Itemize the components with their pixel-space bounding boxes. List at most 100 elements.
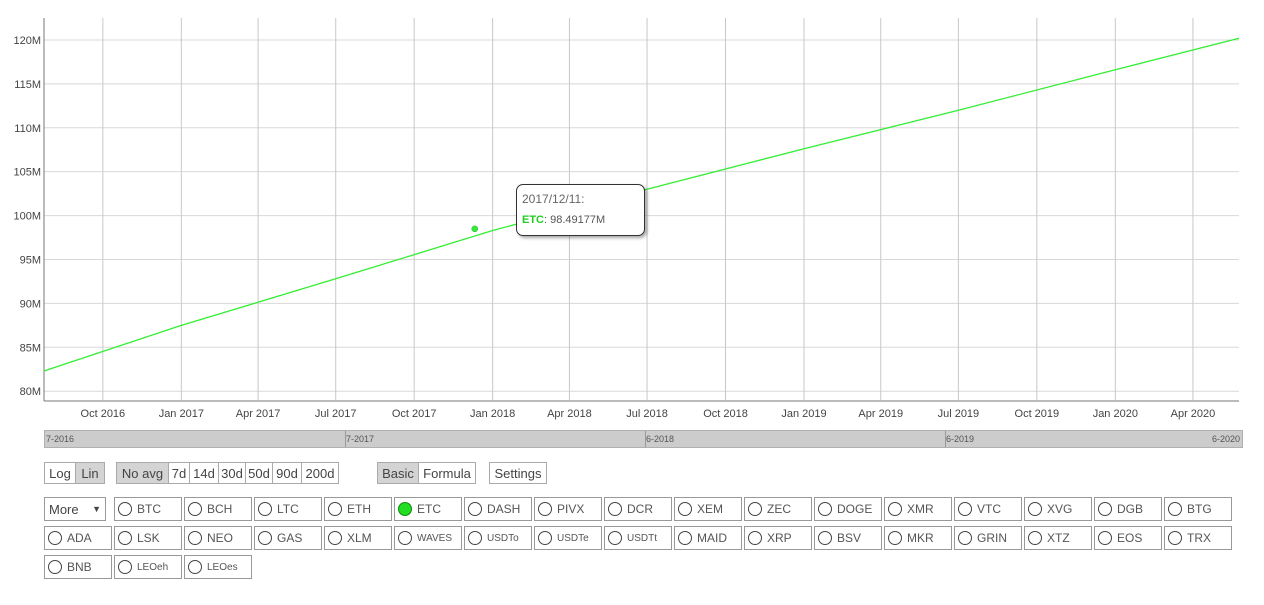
coin-label: XLM (347, 531, 372, 545)
radio-icon (258, 502, 272, 516)
toggle-90d-button[interactable]: 90d (272, 462, 302, 484)
navigator-label: 6-2018 (646, 434, 675, 444)
coin-button-xtz[interactable]: XTZ (1024, 526, 1092, 550)
coin-button-dash[interactable]: DASH (464, 497, 532, 521)
coin-button-xlm[interactable]: XLM (324, 526, 392, 550)
radio-icon (958, 502, 972, 516)
coin-button-dcr[interactable]: DCR (604, 497, 672, 521)
x-tick-label: Apr 2017 (236, 408, 281, 420)
toggle-formula-button[interactable]: Formula (418, 462, 476, 484)
radio-icon (608, 531, 622, 545)
coin-button-doge[interactable]: DOGE (814, 497, 882, 521)
more-select[interactable]: More ▼ (44, 497, 106, 521)
coin-label: XEM (697, 502, 724, 516)
x-tick-label: Jan 2018 (470, 408, 515, 420)
x-tick-label: Jul 2017 (315, 408, 357, 420)
coin-button-grin[interactable]: GRIN (954, 526, 1022, 550)
coin-button-waves[interactable]: WAVES (394, 526, 462, 550)
coin-button-etc[interactable]: ETC (394, 497, 462, 521)
coin-button-xem[interactable]: XEM (674, 497, 742, 521)
coin-button-bsv[interactable]: BSV (814, 526, 882, 550)
coin-button-trx[interactable]: TRX (1164, 526, 1232, 550)
toggle-200d-button[interactable]: 200d (301, 462, 339, 484)
coin-row-2: ADA LSK NEO GAS XLM WAVES USDTo USDTe USDTt MAID X… (44, 526, 1234, 550)
coin-button-pivx[interactable]: PIVX (534, 497, 602, 521)
chart-tooltip: 2017/12/11: ETC: 98.49177M (516, 184, 645, 236)
coin-button-mkr[interactable]: MKR (884, 526, 952, 550)
range-navigator[interactable]: 7-2016 7-2017 6-2018 6-2019 6-2020 (44, 430, 1243, 448)
coin-label: LSK (137, 531, 160, 545)
coin-label: EOS (1117, 531, 1143, 545)
coin-button-usdto[interactable]: USDTo (464, 526, 532, 550)
toggle-no-avg-button[interactable]: No avg (116, 462, 169, 484)
coin-label: BTC (137, 502, 161, 516)
x-tick-label: Jan 2019 (781, 408, 826, 420)
toggle-basic-button[interactable]: Basic (377, 462, 419, 484)
x-tick-label: Jan 2017 (159, 408, 204, 420)
coin-label: MAID (697, 531, 727, 545)
radio-icon (188, 560, 202, 574)
radio-icon (468, 502, 482, 516)
toggle-14d-button[interactable]: 14d (189, 462, 219, 484)
coin-button-eth[interactable]: ETH (324, 497, 392, 521)
coin-label: XRP (767, 531, 792, 545)
radio-icon (818, 502, 832, 516)
coin-label: DASH (487, 502, 521, 516)
settings-button[interactable]: Settings (489, 462, 547, 484)
coin-button-xvg[interactable]: XVG (1024, 497, 1092, 521)
radio-icon (1028, 502, 1042, 516)
toggle-30d-button[interactable]: 30d (218, 462, 246, 484)
y-tick-label: 105M (13, 167, 41, 179)
toggle-7d-button[interactable]: 7d (168, 462, 190, 484)
coin-button-dgb[interactable]: DGB (1094, 497, 1162, 521)
coin-label: MKR (907, 531, 934, 545)
coin-button-leoeh[interactable]: LEOeh (114, 555, 182, 579)
tooltip-date: 2017/12/11: (522, 192, 585, 206)
coin-button-lsk[interactable]: LSK (114, 526, 182, 550)
coin-button-maid[interactable]: MAID (674, 526, 742, 550)
coin-label: ADA (67, 531, 92, 545)
radio-icon (538, 531, 552, 545)
radio-icon (1098, 502, 1112, 516)
coin-button-gas[interactable]: GAS (254, 526, 322, 550)
y-tick-label: 110M (14, 123, 41, 135)
radio-icon (1098, 531, 1112, 545)
coin-button-zec[interactable]: ZEC (744, 497, 812, 521)
toggle-log-button[interactable]: Log (44, 462, 76, 484)
coin-label: BCH (207, 502, 233, 516)
coin-label: ETC (417, 502, 441, 516)
coin-button-xmr[interactable]: XMR (884, 497, 952, 521)
coin-button-ada[interactable]: ADA (44, 526, 112, 550)
toggle-50d-button[interactable]: 50d (245, 462, 273, 484)
toggle-lin-button[interactable]: Lin (75, 462, 105, 484)
radio-icon (118, 531, 132, 545)
coin-button-ltc[interactable]: LTC (254, 497, 322, 521)
coin-button-usdtt[interactable]: USDTt (604, 526, 672, 550)
x-tick-label: Jul 2019 (938, 408, 980, 420)
coin-button-eos[interactable]: EOS (1094, 526, 1162, 550)
x-tick-label: Oct 2016 (81, 408, 126, 420)
radio-icon (258, 531, 272, 545)
coin-button-btc[interactable]: BTC (114, 497, 182, 521)
coin-button-vtc[interactable]: VTC (954, 497, 1022, 521)
coin-label: LEOeh (137, 561, 169, 573)
coin-button-bch[interactable]: BCH (184, 497, 252, 521)
coin-button-bnb[interactable]: BNB (44, 555, 112, 579)
radio-icon (608, 502, 622, 516)
coin-button-usdte[interactable]: USDTe (534, 526, 602, 550)
scale-toggle-group: Log Lin (44, 462, 105, 484)
coin-label: LTC (277, 502, 299, 516)
coin-button-xrp[interactable]: XRP (744, 526, 812, 550)
coin-button-neo[interactable]: NEO (184, 526, 252, 550)
y-tick-label: 95M (20, 254, 41, 266)
navigator-label: 6-2020 (1211, 434, 1240, 444)
coin-label: XMR (907, 502, 934, 516)
radio-icon (888, 502, 902, 516)
navigator-separator (945, 431, 946, 447)
coin-button-leoes[interactable]: LEOes (184, 555, 252, 579)
coin-label: DOGE (837, 502, 873, 516)
coin-button-btg[interactable]: BTG (1164, 497, 1232, 521)
radio-icon (328, 531, 342, 545)
coin-label: XTZ (1047, 531, 1070, 545)
y-tick-label: 115M (14, 79, 41, 91)
